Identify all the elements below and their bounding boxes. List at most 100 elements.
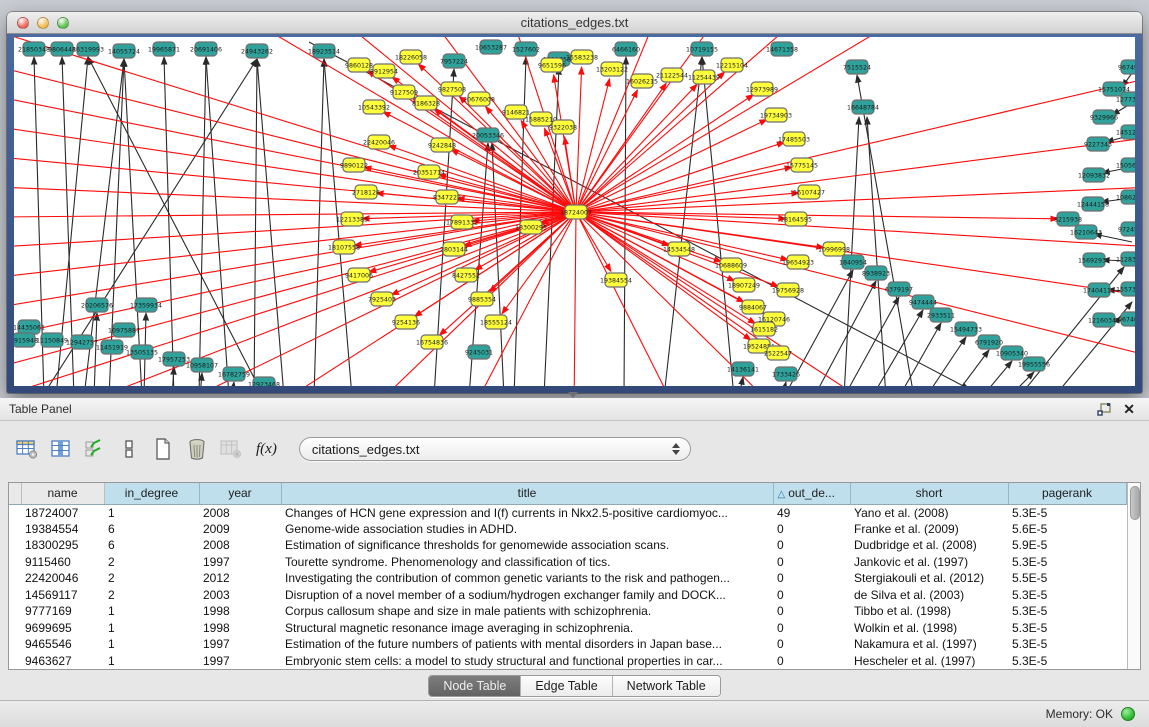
graph-node-teal[interactable]: 9227343	[1084, 137, 1112, 151]
column-header-in_degree[interactable]: in_degree	[104, 483, 199, 504]
graph-node-teal[interactable]: 11451919	[96, 340, 128, 354]
cell-in_degree[interactable]: 1	[104, 603, 199, 620]
cell-pagerank[interactable]: 5.5E-5	[1008, 570, 1126, 587]
graph-node-teal[interactable]: 24943262	[241, 44, 273, 58]
graph-node-teal[interactable]: 10862692	[1116, 190, 1135, 204]
graph-node-yellow[interactable]: 19654923	[782, 255, 814, 269]
graph-node-yellow[interactable]: 19756928	[772, 283, 804, 297]
window-titlebar[interactable]: citations_edges.txt	[7, 12, 1142, 34]
cell-out_degree[interactable]: 0	[773, 636, 850, 653]
graph-node-yellow[interactable]: 17485503	[778, 132, 810, 146]
graph-node-yellow[interactable]: 11254439	[688, 70, 720, 84]
graph-node-yellow[interactable]: 20351714	[413, 165, 445, 179]
graph-edge-black[interactable]	[624, 57, 626, 386]
table-row[interactable]: 911546021997Tourette syndrome. Phenomeno…	[9, 554, 1126, 571]
graph-node-yellow[interactable]: 9860128	[345, 58, 373, 72]
graph-edge-black[interactable]	[739, 377, 743, 386]
graph-edge-black[interactable]	[200, 373, 202, 386]
cell-gutter[interactable]	[9, 620, 21, 637]
graph-node-yellow[interactable]: 10996998	[818, 242, 850, 256]
cell-pagerank[interactable]: 5.3E-5	[1008, 653, 1126, 670]
graph-node-teal[interactable]: 10975887	[108, 323, 140, 337]
cell-pagerank[interactable]: 5.3E-5	[1008, 636, 1126, 653]
tab-network-table[interactable]: Network Table	[613, 676, 720, 696]
select-rows-icon[interactable]	[80, 435, 110, 463]
cell-title[interactable]: Structural magnetic resonance image aver…	[281, 620, 773, 637]
cell-in_degree[interactable]: 2	[104, 587, 199, 604]
graph-edge-red[interactable]	[554, 75, 576, 212]
graph-node-yellow[interactable]: 9884067	[739, 300, 767, 314]
graph-edge-red[interactable]	[576, 67, 582, 212]
graph-edge-black[interactable]	[926, 337, 966, 386]
column-header-out_degree[interactable]: △out_de...	[773, 483, 850, 504]
graph-node-teal[interactable]: 11283511	[1116, 252, 1135, 266]
graph-node-teal[interactable]: 16210643	[1070, 225, 1102, 239]
cell-gutter[interactable]	[9, 636, 21, 653]
graph-node-teal[interactable]: 21850348	[18, 42, 50, 56]
graph-edge-black[interactable]	[872, 310, 923, 386]
graph-node-yellow[interactable]: 2718126	[352, 185, 380, 199]
graph-node-yellow[interactable]: 9417006	[345, 268, 373, 282]
cell-short[interactable]: Tibbo et al. (1998)	[850, 603, 1008, 620]
table-row[interactable]: 946554611997Estimation of the future num…	[9, 636, 1126, 653]
delete-icon[interactable]	[182, 435, 212, 463]
vertical-scrollbar[interactable]	[1127, 483, 1141, 669]
table-row[interactable]: 969969511998Structural magnetic resonanc…	[9, 620, 1126, 637]
close-panel-icon[interactable]: ✕	[1123, 402, 1135, 416]
graph-node-teal[interactable]: 12942757	[66, 335, 98, 349]
cell-name[interactable]: 19384554	[21, 521, 104, 538]
graph-node-teal[interactable]: 6466160	[612, 42, 640, 56]
graph-node-yellow[interactable]: 8347222	[433, 190, 461, 204]
cell-year[interactable]: 1997	[199, 636, 281, 653]
column-header-title[interactable]: title	[281, 483, 773, 504]
cell-name[interactable]: 9115460	[21, 554, 104, 571]
cell-year[interactable]: 2003	[199, 587, 281, 604]
cell-name[interactable]: 9465546	[21, 636, 104, 653]
cell-gutter[interactable]	[9, 587, 21, 604]
cell-in_degree[interactable]: 6	[104, 521, 199, 538]
column-visibility-icon[interactable]	[46, 435, 76, 463]
cell-in_degree[interactable]: 1	[104, 504, 199, 521]
cell-out_degree[interactable]: 0	[773, 554, 850, 571]
memory-ok-led-icon[interactable]	[1121, 707, 1135, 721]
graph-node-yellow[interactable]: 9651596	[538, 58, 566, 72]
network-canvas[interactable]: 2185034898064481631999314055724199658712…	[14, 37, 1135, 386]
cell-short[interactable]: Stergiakouli et al. (2012)	[850, 570, 1008, 587]
table-options-icon[interactable]	[12, 435, 42, 463]
graph-node-teal[interactable]: 9329966	[1090, 110, 1118, 124]
graph-node-teal[interactable]: 10905340	[996, 346, 1028, 360]
graph-node-teal[interactable]: 10958107	[186, 358, 218, 372]
graph-edge-red[interactable]	[576, 84, 697, 212]
graph-node-yellow[interactable]: 9322038	[549, 120, 577, 134]
cell-title[interactable]: Corpus callosum shape and size in male p…	[281, 603, 773, 620]
graph-node-teal[interactable]: 12923468	[248, 377, 280, 386]
cell-gutter[interactable]	[9, 521, 21, 538]
graph-edge-red[interactable]	[391, 212, 576, 295]
graph-edge-black[interactable]	[199, 57, 206, 386]
graph-edge-black[interactable]	[232, 382, 234, 386]
column-header-short[interactable]: short	[850, 483, 1008, 504]
cell-year[interactable]: 1997	[199, 554, 281, 571]
cell-name[interactable]: 18300295	[21, 537, 104, 554]
graph-node-yellow[interactable]: 9254136	[392, 315, 420, 329]
graph-node-teal[interactable]: 7515524	[843, 60, 871, 74]
graph-node-teal[interactable]: 9474444	[909, 295, 937, 309]
graph-node-yellow[interactable]: 13203122	[596, 62, 628, 76]
graph-node-yellow[interactable]: 9242848	[428, 138, 456, 152]
cell-gutter[interactable]	[9, 653, 21, 670]
graph-node-teal[interactable]: 1527602	[512, 42, 540, 56]
cell-out_degree[interactable]: 49	[773, 504, 850, 521]
graph-node-teal[interactable]: 9674032	[1118, 312, 1135, 326]
graph-edge-black[interactable]	[206, 57, 229, 386]
import-table-icon[interactable]	[216, 435, 246, 463]
graph-node-teal[interactable]: 8215938	[1054, 212, 1082, 226]
graph-edge-red[interactable]	[576, 167, 792, 212]
cell-in_degree[interactable]: 1	[104, 653, 199, 670]
cell-short[interactable]: Wolkin et al. (1998)	[850, 620, 1008, 637]
cell-title[interactable]: Estimation of the future numbers of pati…	[281, 636, 773, 653]
cell-title[interactable]: Changes of HCN gene expression and I(f) …	[281, 504, 773, 521]
cell-short[interactable]: Jankovic et al. (1997)	[850, 554, 1008, 571]
cell-pagerank[interactable]: 5.3E-5	[1008, 587, 1126, 604]
graph-node-yellow[interactable]: 7925403	[368, 292, 396, 306]
graph-node-teal[interactable]: 14671358	[766, 42, 798, 56]
